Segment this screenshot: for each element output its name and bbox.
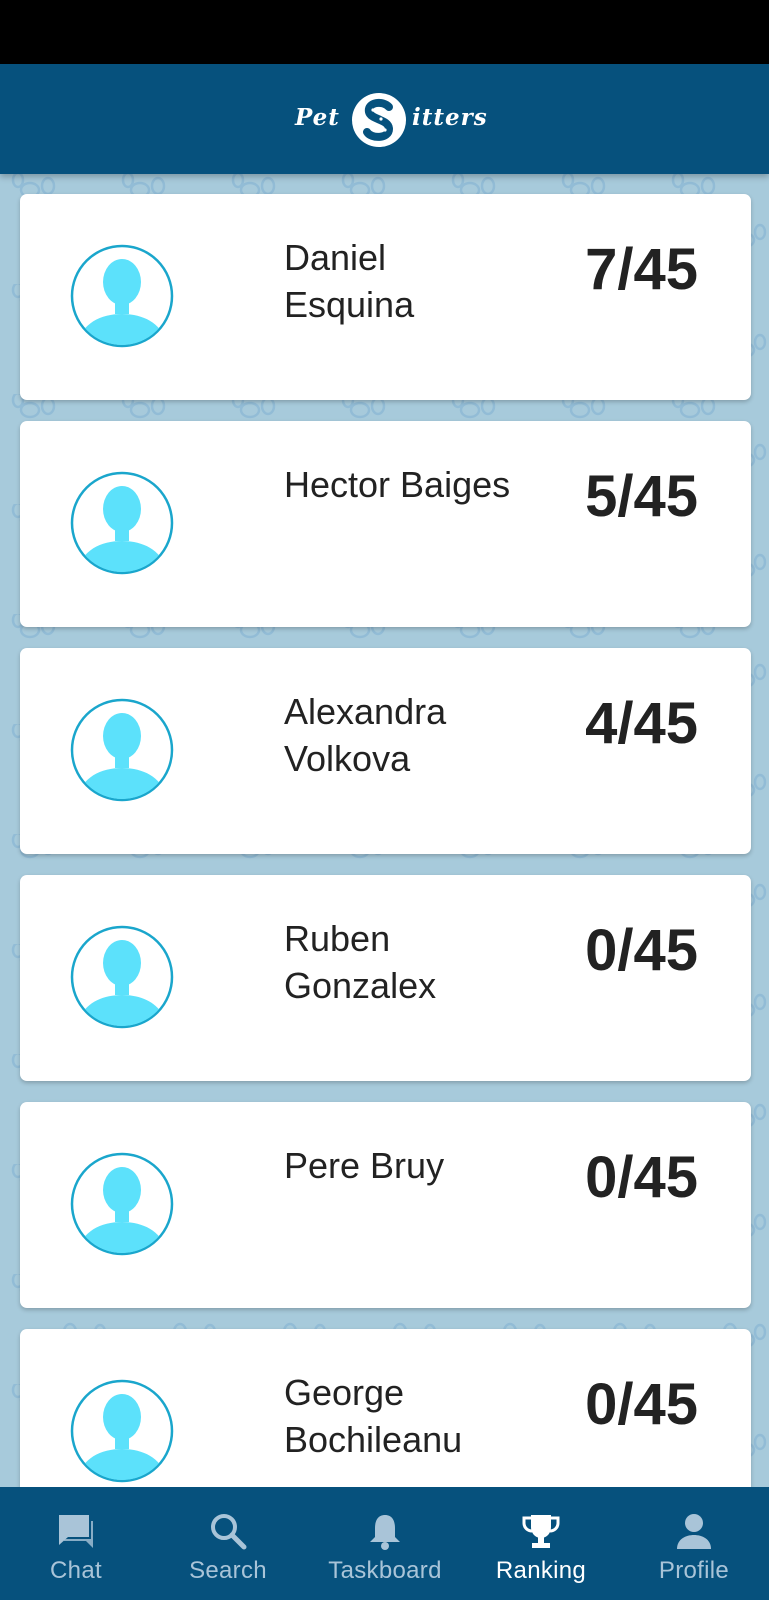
logo-text-right: itters <box>412 104 488 131</box>
chat-icon <box>59 1515 93 1548</box>
user-name: Hector Baiges <box>284 464 511 505</box>
user-name: Daniel Esquina <box>284 237 415 325</box>
nav-item-profile[interactable]: Profile <box>619 1487 769 1600</box>
user-score: 4/45 <box>585 691 698 756</box>
search-icon <box>211 1514 247 1550</box>
ranking-card[interactable]: Pere Bruy 0/45 <box>20 1102 751 1308</box>
avatar-icon <box>70 1152 174 1256</box>
ranking-card[interactable]: Ruben Gonzalex 0/45 <box>20 875 751 1081</box>
nav-item-chat[interactable]: Chat <box>1 1487 151 1600</box>
avatar-icon <box>70 1379 174 1483</box>
nav-label-profile: Profile <box>658 1557 730 1584</box>
avatar-icon <box>70 244 174 348</box>
user-score: 0/45 <box>585 918 698 983</box>
ranking-card[interactable]: Daniel Esquina 7/45 <box>20 194 751 400</box>
nav-label-taskboard: Taskboard <box>328 1557 442 1584</box>
avatar-icon <box>70 698 174 802</box>
user-score: 5/45 <box>585 464 698 529</box>
logo-text-left: Pet <box>295 104 340 131</box>
nav-label-ranking: Ranking <box>495 1557 587 1584</box>
nav-item-search[interactable]: Search <box>153 1487 303 1600</box>
nav-label-chat: Chat <box>50 1557 102 1584</box>
app-logo: Pet itters <box>293 90 487 150</box>
logo-s-badge-icon <box>352 93 406 147</box>
user-name: Alexandra Volkova <box>284 691 447 779</box>
app-header: Pet itters <box>0 64 769 174</box>
user-score: 7/45 <box>585 237 698 302</box>
avatar-icon <box>70 471 174 575</box>
nav-label-search: Search <box>189 1557 267 1584</box>
nav-item-taskboard[interactable]: Taskboard <box>310 1487 460 1600</box>
nav-item-ranking[interactable]: Ranking <box>466 1487 616 1600</box>
ranking-card[interactable]: Alexandra Volkova 4/45 <box>20 648 751 854</box>
trophy-icon <box>522 1515 560 1548</box>
ranking-list[interactable]: Daniel Esquina 7/45 Hector Baiges 5/45 A <box>0 174 769 1487</box>
user-score: 0/45 <box>585 1145 698 1210</box>
ranking-card[interactable]: Hector Baiges 5/45 <box>20 421 751 627</box>
bottom-nav: Chat Search Taskboard Ranking Profile <box>0 1487 769 1600</box>
user-score: 0/45 <box>585 1372 698 1437</box>
status-bar <box>0 0 769 64</box>
person-icon <box>677 1514 711 1549</box>
user-name: George Bochileanu <box>284 1372 463 1460</box>
user-name: Pere Bruy <box>284 1145 445 1186</box>
avatar-icon <box>70 925 174 1029</box>
bell-icon <box>370 1515 400 1550</box>
ranking-card[interactable]: George Bochileanu 0/45 <box>20 1329 751 1487</box>
user-name: Ruben Gonzalex <box>284 918 437 1006</box>
